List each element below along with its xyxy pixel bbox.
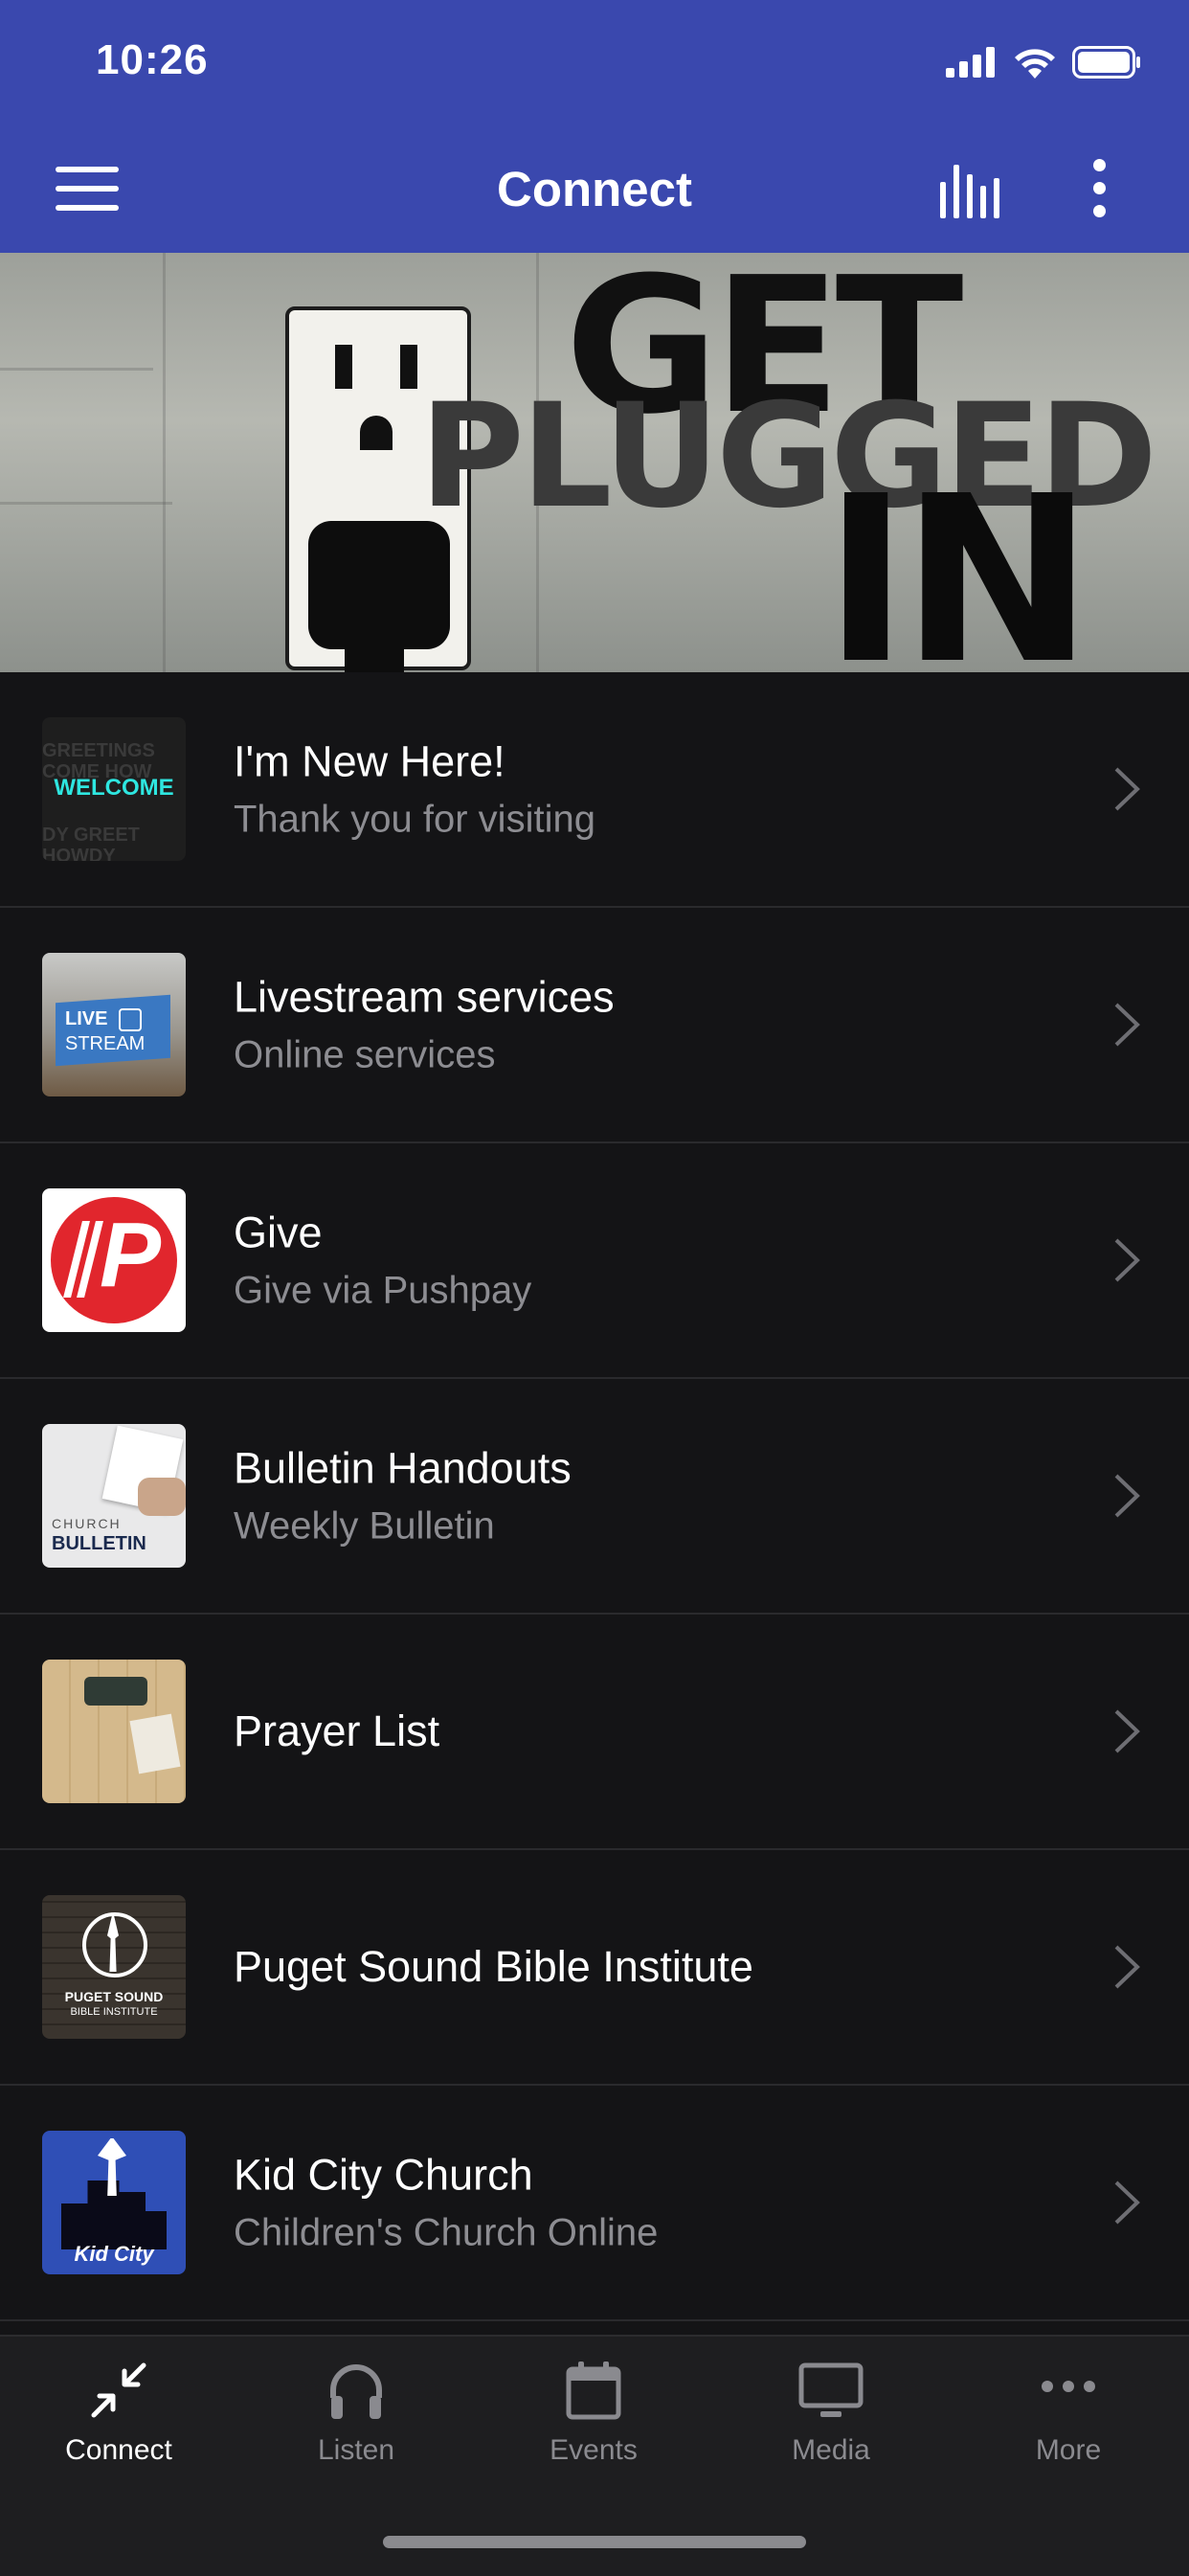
wall-line [163,253,166,672]
list-item-title: Bulletin Handouts [234,1443,572,1493]
list-item-new-here[interactable]: GREETINGS COME HOW DY GREET HOWDY WELCOME I… [0,672,1189,908]
welcome-thumbnail: GREETINGS COME HOW DY GREET HOWDY WELCOME [42,717,186,861]
kid-city-thumb-text: Kid City [74,2242,154,2266]
status-time: 10:26 [96,36,209,83]
list-item-title: I'm New Here! [234,736,505,786]
chevron-right-icon [1114,1945,1140,1989]
page-title: Connect [497,162,692,216]
outlet-slot [335,345,352,389]
chevron-right-icon [1114,1003,1140,1047]
tab-label: More [1035,2434,1102,2466]
psbi-thumb-text-1: PUGET SOUND [64,1989,164,2004]
chevron-right-icon [1114,1238,1140,1282]
status-icons [946,46,1141,79]
pushpay-letter: P [100,1204,162,1306]
plug-cord [345,617,404,672]
compress-arrows-icon [91,2362,146,2418]
overflow-menu-button[interactable] [1084,159,1114,220]
tab-label: Connect [65,2434,172,2466]
tab-listen[interactable]: Listen [237,2360,475,2467]
wall-line [0,368,153,371]
livestream-thumb-text-1: LIVE [65,1008,108,1029]
dot [1092,182,1106,194]
list-item-text: Kid City Church Children's Church Online [234,2151,658,2255]
bulletin-thumb-text-1: CHURCH [52,1516,122,1531]
psbi-thumbnail: PUGET SOUND BIBLE INSTITUTE [42,1895,186,2039]
list-item-text: Prayer List [234,1706,439,1756]
list-item-subtitle: Online services [234,1033,496,1076]
tab-label: Listen [317,2434,395,2466]
list-item-subtitle: Give via Pushpay [234,1269,532,1312]
more-dots-icon [1042,2381,1095,2392]
play-icon [119,1008,142,1031]
audio-bars-icon[interactable] [936,161,1007,218]
list-item-title: Kid City Church [234,2150,533,2200]
list-item-text: Livestream services Online services [234,973,615,1077]
tab-connect[interactable]: Connect [0,2360,237,2467]
list-item-subtitle: Children's Church Online [234,2211,659,2254]
wall-line [0,502,172,505]
list-item-subtitle: Weekly Bulletin [234,1504,495,1548]
list-item-title: Livestream services [234,972,615,1022]
calendar-icon [566,2361,621,2420]
kid-city-thumbnail: Kid City [42,2131,186,2274]
typewriter-graphic [84,1677,147,1706]
get-plugged-in-banner[interactable]: GET PLUGGED IN [0,253,1189,672]
hand-graphic [138,1478,186,1516]
list-item-give[interactable]: P Give Give via Pushpay [0,1143,1189,1379]
tab-label: Events [550,2434,638,2466]
chevron-right-icon [1114,2181,1140,2225]
livestream-thumbnail: LIVE STREAM [42,953,186,1096]
bulletin-thumbnail: CHURCH BULLETIN [42,1424,186,1568]
chevron-right-icon [1114,1709,1140,1753]
list-item-title: Prayer List [234,1706,440,1755]
connect-list: GREETINGS COME HOW DY GREET HOWDY WELCOME I… [0,672,1189,2321]
list-item-title: Give [234,1208,323,1257]
list-item-psbi[interactable]: PUGET SOUND BIBLE INSTITUTE Puget Sound … [0,1850,1189,2086]
tab-more[interactable]: More [950,2360,1187,2467]
psbi-thumb-text-2: BIBLE INSTITUTE [70,2006,158,2018]
monitor-icon [798,2362,864,2417]
livestream-thumb-text-2: STREAM [65,1033,146,1054]
list-item-text: Bulletin Handouts Weekly Bulletin [234,1444,572,1548]
outlet-ground [360,416,393,450]
chevron-right-icon [1114,1474,1140,1518]
dot [1092,205,1106,217]
list-item-livestream[interactable]: LIVE STREAM Livestream services Online s… [0,908,1189,1143]
chevron-right-icon [1114,767,1140,811]
list-item-bulletin[interactable]: CHURCH BULLETIN Bulletin Handouts Weekly… [0,1379,1189,1615]
signal-icon [946,47,995,78]
list-item-text: Puget Sound Bible Institute [234,1942,753,1992]
list-item-text: I'm New Here! Thank you for visiting [234,737,595,842]
tab-label: Media [792,2434,870,2466]
list-item-text: Give Give via Pushpay [234,1209,531,1313]
wifi-icon [1015,49,1055,79]
list-item-kid-city[interactable]: Kid City Kid City Church Children's Chur… [0,2086,1189,2321]
tab-media[interactable]: Media [712,2360,950,2467]
paper-graphic [129,1713,181,1774]
list-item-prayer[interactable]: Prayer List [0,1615,1189,1850]
outlet-slot [400,345,417,389]
welcome-thumb-text: WELCOME [54,775,174,801]
battery-icon [1072,46,1140,79]
home-indicator[interactable] [383,2536,806,2548]
list-item-title: Puget Sound Bible Institute [234,1942,753,1991]
bulletin-thumb-text-2: BULLETIN [52,1533,146,1554]
app-header: 10:26 Connect [0,0,1189,253]
prayer-thumbnail [42,1660,186,1803]
pushpay-thumbnail: P [42,1188,186,1332]
list-item-subtitle: Thank you for visiting [234,798,595,841]
tab-events[interactable]: Events [475,2360,712,2467]
dot [1092,159,1106,171]
banner-text-in: IN [823,446,1093,672]
headphones-icon [330,2364,382,2419]
